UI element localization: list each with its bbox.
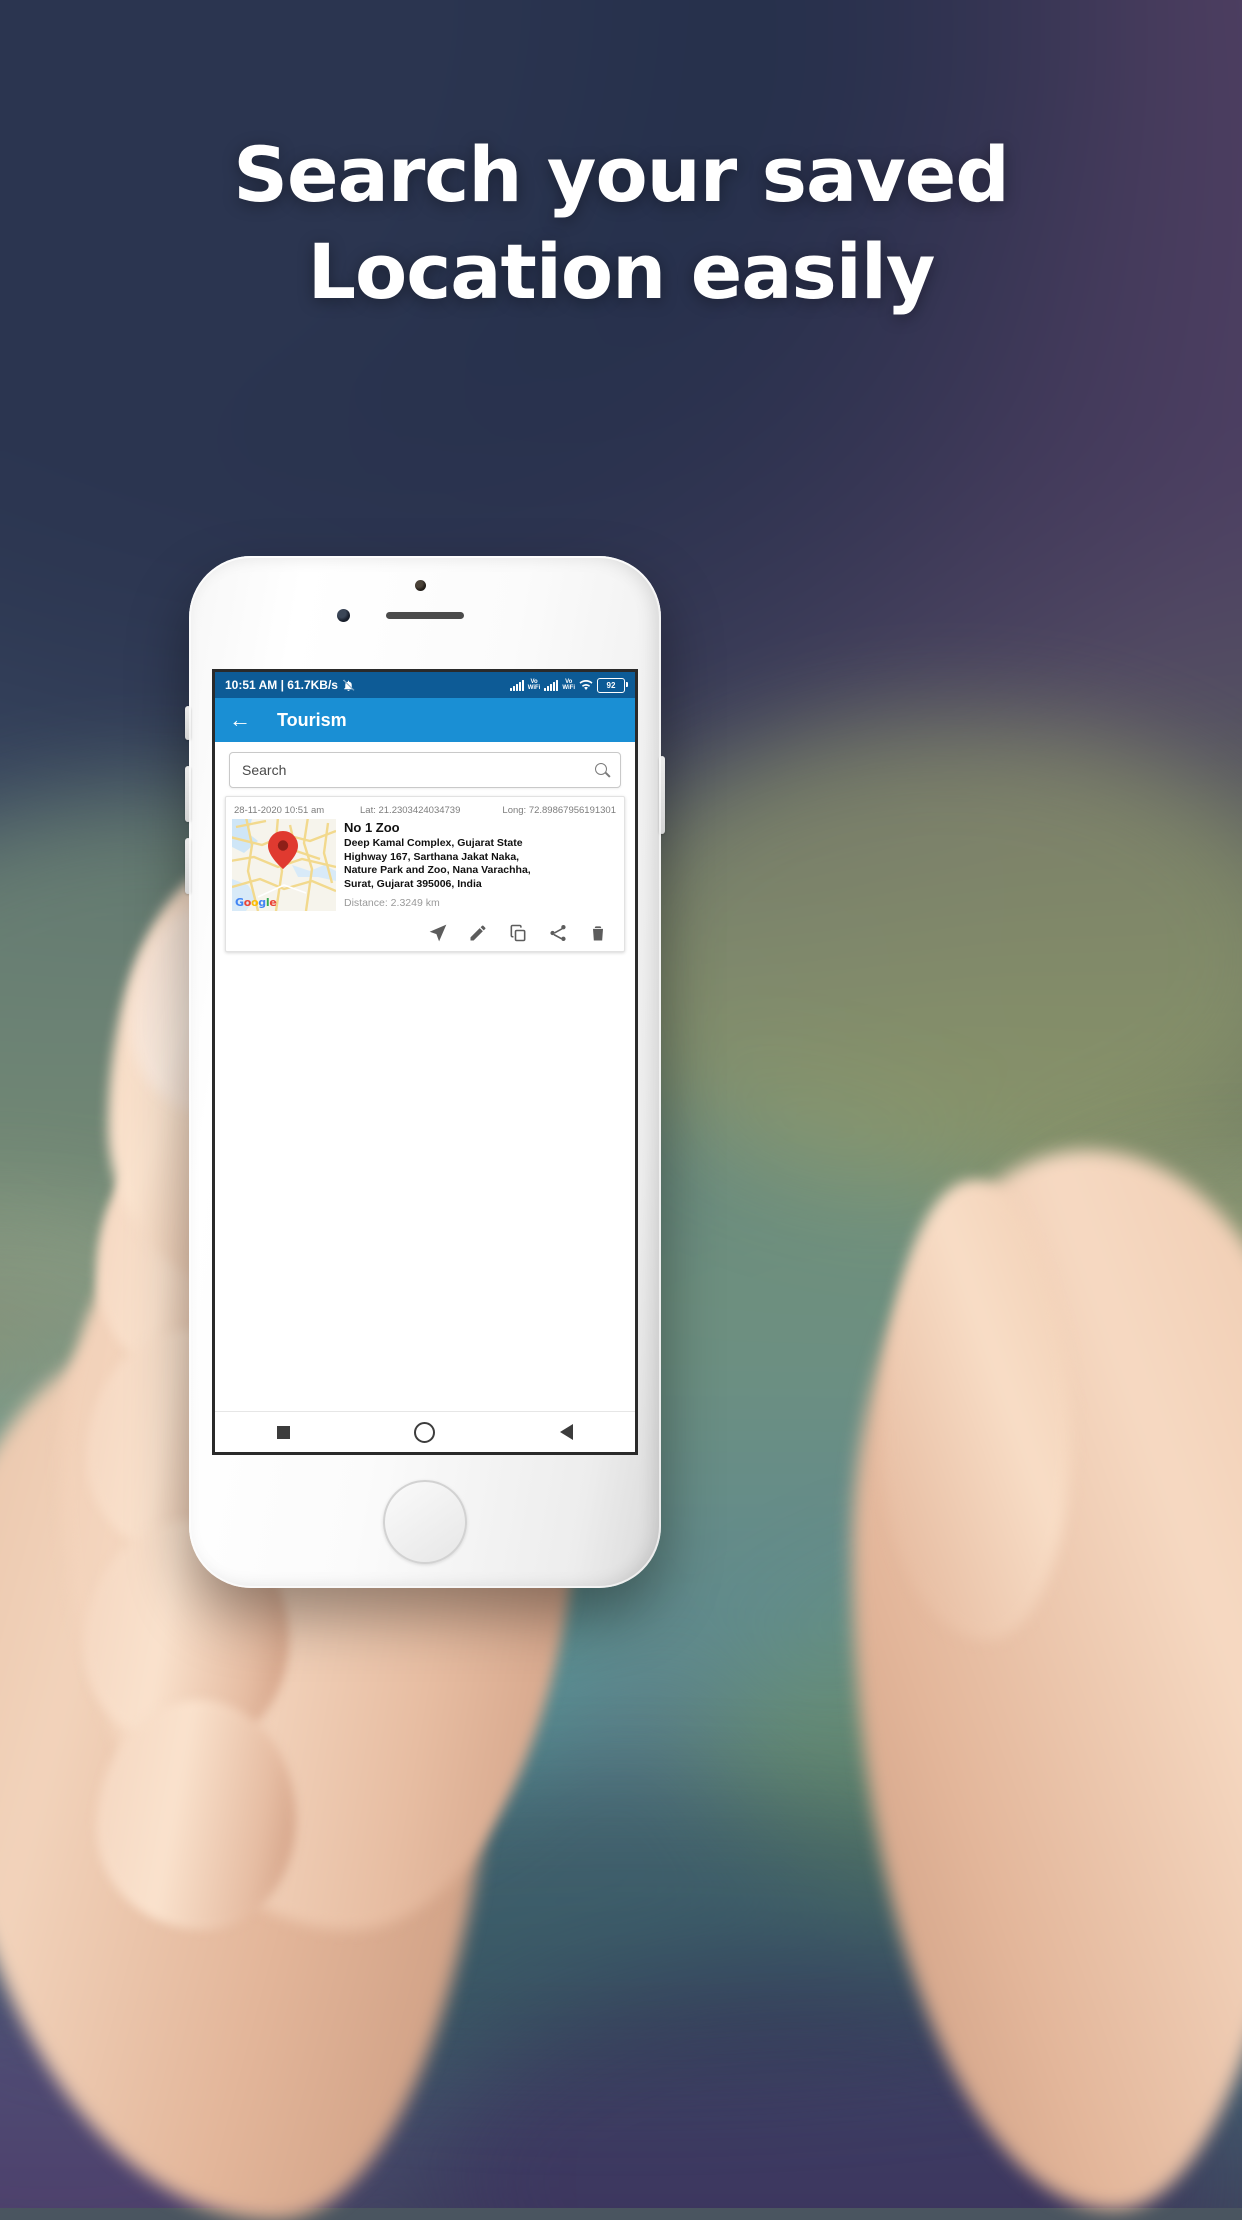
vowifi-label-2: Vo WiFi bbox=[562, 679, 575, 691]
edit-icon[interactable] bbox=[468, 923, 488, 943]
card-meta-row: 28-11-2020 10:51 am Lat: 21.230342403473… bbox=[232, 803, 618, 819]
search-box[interactable] bbox=[229, 752, 621, 788]
distance-text: Distance: 2.3249 km bbox=[344, 896, 440, 909]
latitude-label: Lat: 21.2303424034739 bbox=[360, 805, 461, 816]
phone-screen: 10:51 AM | 61.7KB/s Vo WiFi Vo WiFi 92 ←… bbox=[215, 672, 635, 1452]
proximity-sensor bbox=[415, 580, 426, 591]
battery-level-text: 92 bbox=[606, 680, 616, 690]
headline-line-1: Search your saved bbox=[233, 130, 1009, 219]
home-button[interactable] bbox=[383, 1480, 467, 1564]
map-pin-icon bbox=[268, 831, 298, 869]
volume-up-button[interactable] bbox=[185, 766, 191, 822]
arrow-left-icon[interactable]: ← bbox=[229, 709, 251, 731]
address-line-3: Nature Park and Zoo, Nana Varachha, bbox=[344, 864, 531, 877]
share-icon[interactable] bbox=[548, 923, 568, 943]
volume-down-button[interactable] bbox=[185, 838, 191, 894]
headline-line-2: Location easily bbox=[307, 227, 936, 317]
navigate-icon[interactable] bbox=[428, 923, 448, 943]
status-bar: 10:51 AM | 61.7KB/s Vo WiFi Vo WiFi 92 bbox=[215, 672, 635, 698]
power-button[interactable] bbox=[659, 756, 665, 834]
address-line-4: Surat, Gujarat 395006, India bbox=[344, 877, 482, 890]
address-line-1: Deep Kamal Complex, Gujarat State bbox=[344, 837, 523, 849]
card-actions bbox=[232, 915, 618, 951]
app-bar: ← Tourism bbox=[215, 698, 635, 742]
battery-indicator: 92 bbox=[597, 677, 628, 693]
saved-locations-list: 28-11-2020 10:51 am Lat: 21.230342403473… bbox=[215, 796, 635, 952]
wifi-icon bbox=[579, 679, 593, 691]
google-watermark: Google bbox=[235, 896, 277, 909]
android-nav-bar bbox=[215, 1411, 635, 1452]
saved-timestamp: 28-11-2020 10:51 am bbox=[234, 805, 325, 816]
status-time-and-speed: 10:51 AM | 61.7KB/s bbox=[225, 678, 338, 692]
screen-content: 28-11-2020 10:51 am Lat: 21.230342403473… bbox=[215, 742, 635, 1412]
list-item[interactable]: 28-11-2020 10:51 am Lat: 21.230342403473… bbox=[225, 796, 625, 952]
search-input[interactable] bbox=[240, 761, 595, 779]
map-thumbnail[interactable]: Google bbox=[232, 819, 336, 911]
location-address: Deep Kamal Complex, Gujarat State Highwa… bbox=[344, 837, 618, 892]
bell-muted-icon bbox=[342, 679, 355, 692]
promo-headline: Search your saved Location easily bbox=[0, 126, 1242, 321]
silent-switch[interactable] bbox=[185, 706, 191, 740]
circle-home-icon[interactable] bbox=[414, 1421, 436, 1443]
vowifi-label-1: Vo WiFi bbox=[527, 679, 541, 691]
search-section bbox=[215, 742, 635, 796]
location-name: No 1 Zoo bbox=[344, 820, 400, 835]
location-info: No 1 Zoo Deep Kamal Complex, Gujarat Sta… bbox=[344, 819, 618, 911]
signal-bars-icon-2 bbox=[544, 679, 559, 691]
earpiece-speaker bbox=[386, 612, 464, 619]
triangle-back-icon[interactable] bbox=[559, 1424, 573, 1440]
delete-icon[interactable] bbox=[588, 923, 608, 943]
signal-bars-icon-1 bbox=[509, 679, 524, 691]
page-title: Tourism bbox=[277, 709, 347, 730]
square-recents-icon[interactable] bbox=[277, 1425, 291, 1439]
card-body: Google No 1 Zoo Deep Kamal Complex, Guja… bbox=[232, 819, 618, 911]
search-icon[interactable] bbox=[595, 762, 611, 778]
phone-mockup: 10:51 AM | 61.7KB/s Vo WiFi Vo WiFi 92 ←… bbox=[185, 556, 665, 1588]
address-line-2: Highway 167, Sarthana Jakat Naka, bbox=[344, 850, 520, 863]
front-camera bbox=[337, 609, 350, 622]
copy-icon[interactable] bbox=[508, 923, 528, 943]
longitude-label: Long: 72.89867956191301 bbox=[502, 805, 616, 816]
